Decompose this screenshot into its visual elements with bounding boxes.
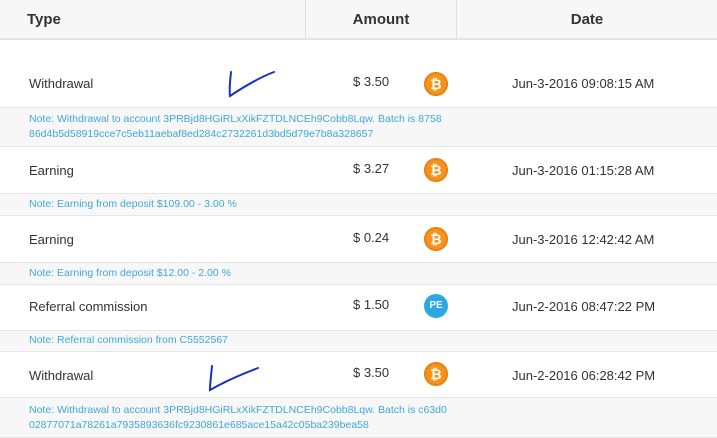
- row-amount: $ 3.50: [353, 74, 390, 89]
- row-note: Note: Withdrawal to account 3PRBjd8HGiRL…: [0, 397, 717, 438]
- header-amount: Amount: [352, 11, 410, 28]
- row-note: Note: Referral commission from C5552567: [0, 330, 717, 352]
- table-row: Withdrawal $ 3.50 ₿ Jun-3-2016 09:08:15 …: [0, 72, 717, 96]
- row-amount: $ 0.24: [353, 230, 390, 245]
- bitcoin-icon: ₿: [424, 227, 448, 251]
- row-note-text: Note: Withdrawal to account 3PRBjd8HGiRL…: [29, 113, 442, 140]
- bitcoin-icon: ₿: [424, 72, 448, 96]
- row-date: Jun-3-2016 01:15:28 AM: [512, 163, 655, 178]
- row-type: Earning: [29, 232, 74, 247]
- checkmark-annotation: [228, 71, 275, 98]
- row-note-text: Note: Earning from deposit $109.00 - 3.0…: [29, 198, 237, 210]
- table-row: Withdrawal $ 3.50 ₿ Jun-2-2016 06:28:42 …: [0, 362, 717, 386]
- row-amount: $ 3.27: [353, 161, 390, 176]
- row-note: Note: Earning from deposit $109.00 - 3.0…: [0, 193, 717, 216]
- row-note: Note: Earning from deposit $12.00 - 2.00…: [0, 262, 717, 285]
- row-date: Jun-2-2016 06:28:42 PM: [512, 368, 656, 383]
- row-date: Jun-3-2016 09:08:15 AM: [512, 76, 655, 91]
- payeer-icon: PE: [424, 294, 448, 318]
- row-note-text: Note: Referral commission from C5552567: [29, 334, 228, 346]
- row-amount: $ 3.50: [353, 365, 390, 380]
- table-row: Referral commission $ 1.50 PE Jun-2-2016…: [0, 294, 717, 318]
- row-note-text: Note: Withdrawal to account 3PRBjd8HGiRL…: [29, 404, 447, 431]
- checkmark-annotation: [208, 365, 259, 392]
- table-row: Earning $ 0.24 ₿ Jun-3-2016 12:42:42 AM: [0, 227, 717, 251]
- table-header: Type Amount Date: [0, 0, 717, 40]
- row-type: Withdrawal: [29, 368, 94, 383]
- row-type: Withdrawal: [29, 76, 94, 91]
- row-note: Note: Withdrawal to account 3PRBjd8HGiRL…: [0, 107, 717, 147]
- header-date: Date: [570, 11, 604, 28]
- row-amount: $ 1.50: [353, 297, 390, 312]
- row-note-text: Note: Earning from deposit $12.00 - 2.00…: [29, 267, 231, 279]
- header-type: Type: [27, 11, 61, 28]
- row-date: Jun-2-2016 08:47:22 PM: [512, 299, 656, 314]
- bitcoin-icon: ₿: [424, 362, 448, 386]
- table-row: Earning $ 3.27 ₿ Jun-3-2016 01:15:28 AM: [0, 158, 717, 182]
- row-date: Jun-3-2016 12:42:42 AM: [512, 232, 655, 247]
- row-type: Earning: [29, 163, 74, 178]
- row-type: Referral commission: [29, 299, 148, 314]
- bitcoin-icon: ₿: [424, 158, 448, 182]
